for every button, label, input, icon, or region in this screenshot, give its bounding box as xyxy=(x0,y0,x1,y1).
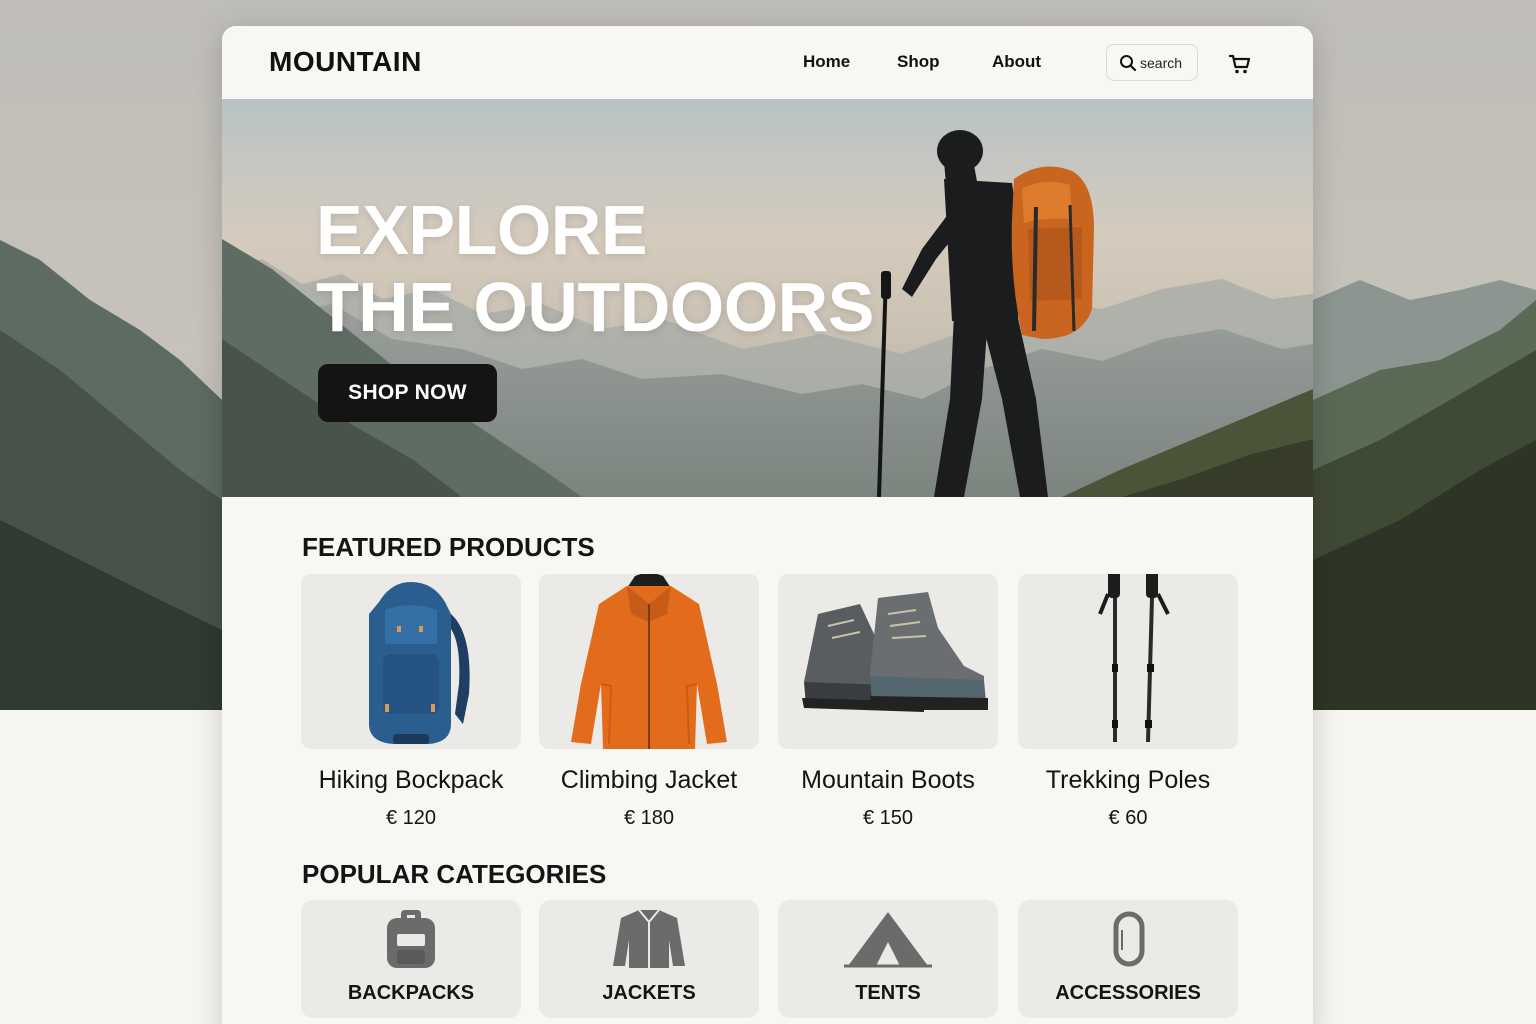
product-name: Mountain Boots xyxy=(801,766,975,794)
product-price: € 60 xyxy=(1108,807,1148,829)
product-price: € 120 xyxy=(385,807,437,829)
product-price: € 180 xyxy=(623,807,675,829)
featured-products-heading: FEATURED PRODUCTS xyxy=(302,532,595,562)
category-label: BACKPACKS xyxy=(347,982,475,1004)
product-card-jacket[interactable]: Climbing Jacket € 180 xyxy=(539,574,759,834)
category-jackets[interactable]: JACKETS xyxy=(539,900,759,1018)
brand-logo[interactable]: MOUNTAIN xyxy=(269,46,422,78)
category-accessories[interactable]: ACCESSORIES xyxy=(1018,900,1238,1018)
hero-title: EXPLORE THE OUTDOORS xyxy=(316,192,874,346)
carabiner-icon xyxy=(1113,911,1145,967)
product-card-boots[interactable]: Mountain Boots € 150 xyxy=(778,574,998,834)
product-image-poles xyxy=(1018,574,1238,749)
product-card-backpack[interactable]: Hiking Bockpack € 120 xyxy=(301,574,521,834)
site-header: MOUNTAIN Home Shop About xyxy=(222,26,1313,99)
product-image-jacket xyxy=(539,574,759,749)
nav-home[interactable]: Home xyxy=(803,52,850,72)
product-card-poles[interactable]: Trekking Poles € 60 xyxy=(1018,574,1238,834)
cart-icon[interactable] xyxy=(1228,52,1252,81)
hero-title-line-2: THE OUTDOORS xyxy=(316,268,874,346)
category-label: JACKETS xyxy=(602,982,696,1004)
hero-banner: EXPLORE THE OUTDOORS SHOP NOW xyxy=(222,99,1313,497)
hero-title-line-1: EXPLORE xyxy=(316,191,648,269)
popular-categories-heading: POPULAR CATEGORIES xyxy=(302,859,607,889)
jacket-icon xyxy=(613,909,685,968)
category-backpacks[interactable]: BACKPACKS xyxy=(301,900,521,1018)
category-label: TENTS xyxy=(855,982,921,1004)
product-name: Trekking Poles xyxy=(1045,766,1211,794)
product-name: Hiking Bockpack xyxy=(318,766,504,794)
category-label: ACCESSORIES xyxy=(1055,982,1201,1004)
search-input[interactable] xyxy=(1140,54,1202,71)
product-image-boots xyxy=(778,574,998,749)
category-tents[interactable]: TENTS xyxy=(778,900,998,1018)
nav-about[interactable]: About xyxy=(992,52,1041,72)
product-image-backpack xyxy=(301,574,521,749)
shop-now-button[interactable]: SHOP NOW xyxy=(318,364,497,422)
search-box[interactable] xyxy=(1106,44,1202,81)
main-card: MOUNTAIN Home Shop About search EXPLORE … xyxy=(222,26,1313,1024)
tent-icon xyxy=(844,912,932,968)
search-icon xyxy=(1120,54,1137,71)
product-name: Climbing Jacket xyxy=(560,766,738,794)
nav-shop[interactable]: Shop xyxy=(897,52,940,72)
product-price: € 150 xyxy=(862,807,914,829)
backpack-icon xyxy=(387,910,435,968)
